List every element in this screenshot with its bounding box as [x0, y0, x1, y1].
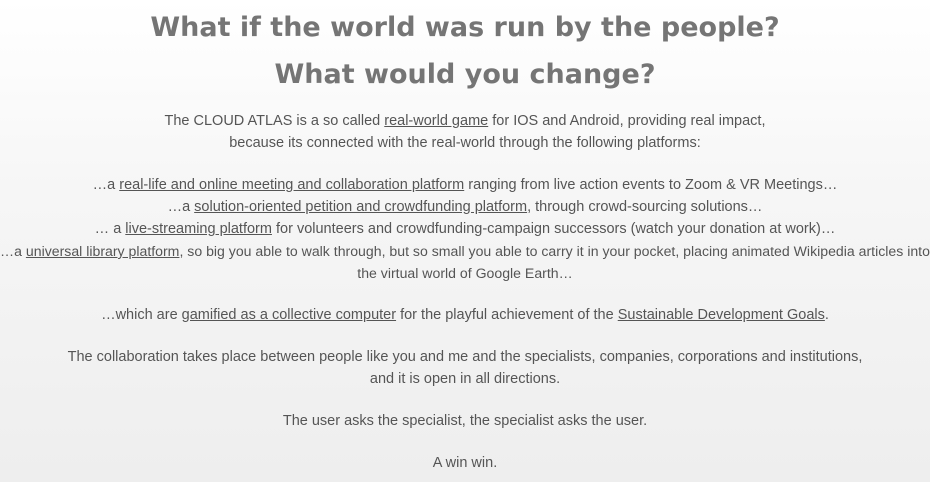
platform-prefix: …a — [167, 199, 195, 215]
platform-desc-line2: the virtual world of Google Earth… — [357, 265, 573, 281]
intro-text-post: for IOS and Android, providing real impa… — [488, 113, 766, 129]
platform-library: …a universal library platform, so big yo… — [0, 240, 930, 284]
page: What if the world was run by the people?… — [0, 0, 930, 482]
intro-text: The CLOUD ATLAS is a so called — [164, 113, 385, 129]
meeting-platform-link[interactable]: real-life and online meeting and collabo… — [119, 177, 464, 193]
collab-line2: and it is open in all directions. — [369, 371, 561, 387]
win-win-line: A win win. — [432, 455, 498, 471]
gamified-post: . — [824, 307, 829, 323]
library-platform-link[interactable]: universal library platform — [26, 243, 180, 259]
gamified-mid: for the playful achievement of the — [396, 307, 618, 323]
sdg-link[interactable]: Sustainable Development Goals — [618, 307, 825, 323]
gamified-paragraph: …which are gamified as a collective comp… — [0, 304, 930, 326]
gamified-prefix: …which are — [101, 307, 182, 323]
headline-change: What would you change? — [274, 59, 656, 90]
petition-platform-link[interactable]: solution-oriented petition and crowdfund… — [194, 199, 527, 215]
platform-streaming: … a live-streaming platform for voluntee… — [0, 218, 930, 240]
platform-prefix: …a — [0, 243, 26, 259]
streaming-platform-link[interactable]: live-streaming platform — [125, 221, 272, 237]
platform-meeting: …a real-life and online meeting and coll… — [0, 174, 930, 196]
platform-desc: , through crowd-sourcing solutions… — [527, 199, 763, 215]
collab-paragraph: The collaboration takes place between pe… — [0, 346, 930, 390]
platform-petition: …a solution-oriented petition and crowdf… — [0, 196, 930, 218]
collab-line1: The collaboration takes place between pe… — [67, 349, 863, 365]
platform-desc: ranging from live action events to Zoom … — [464, 177, 838, 193]
user-specialist-line: The user asks the specialist, the specia… — [282, 413, 648, 429]
real-world-game-link[interactable]: real-world game — [384, 113, 488, 129]
platform-desc: , so big you able to walk through, but s… — [179, 243, 930, 259]
collective-computer-link[interactable]: gamified as a collective computer — [182, 307, 396, 323]
headline-question: What if the world was run by the people? — [150, 12, 780, 43]
intro-text-line2: because its connected with the real-worl… — [229, 135, 701, 151]
intro-paragraph: The CLOUD ATLAS is a so called real-worl… — [0, 110, 930, 154]
platform-prefix: … a — [94, 221, 126, 237]
platform-desc: for volunteers and crowdfunding-campaign… — [271, 221, 836, 237]
platform-prefix: …a — [92, 177, 120, 193]
